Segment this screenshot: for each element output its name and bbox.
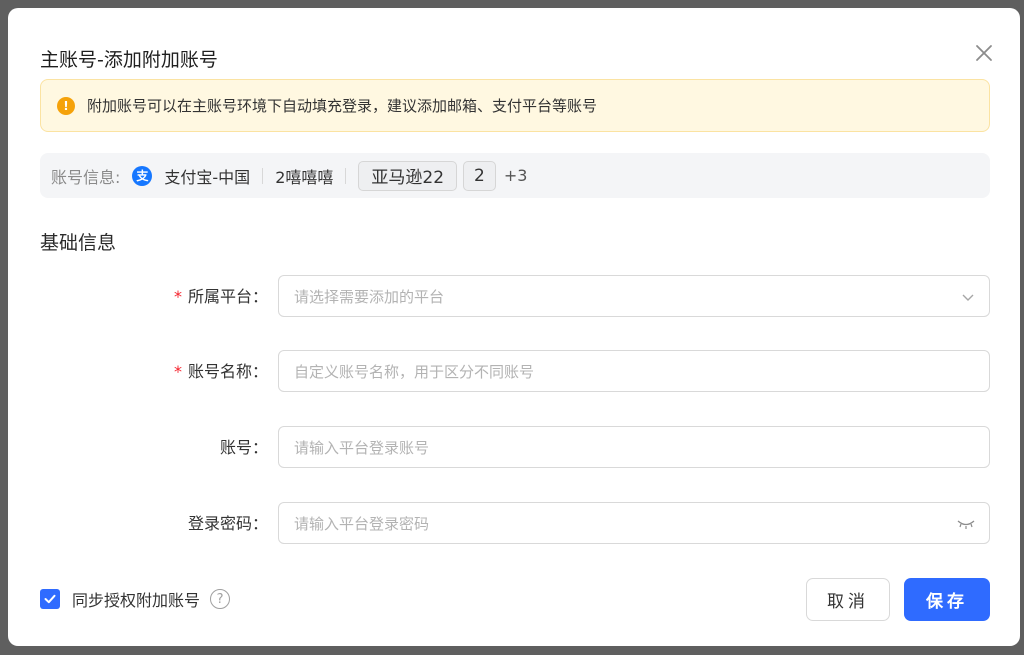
section-title: 基础信息 xyxy=(40,232,117,254)
platform-select[interactable]: 请选择需要添加的平台 xyxy=(278,275,990,317)
account-chip: 亚马逊22 xyxy=(358,160,458,191)
account-name-input[interactable]: 自定义账号名称，用于区分不同账号 xyxy=(278,350,990,392)
divider xyxy=(262,167,264,184)
sync-checkbox[interactable] xyxy=(40,589,60,609)
save-button[interactable]: 保存 xyxy=(904,578,990,621)
sync-option: 同步授权附加账号 ? xyxy=(40,588,231,610)
form-row-platform: * 所属平台： 请选择需要添加的平台 xyxy=(8,275,1020,319)
password-input[interactable]: 请输入平台登录密码 xyxy=(278,502,990,544)
divider xyxy=(345,167,347,184)
password-label: 登录密码： xyxy=(187,514,268,533)
account-name-label: * 账号名称： xyxy=(173,362,268,381)
account-platform: 支付宝-中国 xyxy=(164,167,251,187)
account-input[interactable]: 请输入平台登录账号 xyxy=(278,426,990,468)
add-sub-account-dialog: 主账号-添加附加账号 ! 附加账号可以在主账号环境下自动填充登录，建议添加邮箱、… xyxy=(8,8,1020,646)
alipay-icon: 支 xyxy=(132,165,153,186)
password-placeholder: 请输入平台登录密码 xyxy=(294,514,430,533)
dialog-title: 主账号-添加附加账号 xyxy=(40,49,218,71)
platform-placeholder: 请选择需要添加的平台 xyxy=(294,287,445,306)
account-label: 账号： xyxy=(219,438,268,457)
account-chip: 2 xyxy=(463,160,496,191)
more-accounts-count[interactable]: +3 xyxy=(504,166,528,185)
required-mark: * xyxy=(173,362,182,381)
alert-text: 附加账号可以在主账号环境下自动填充登录，建议添加邮箱、支付平台等账号 xyxy=(87,97,598,115)
check-icon xyxy=(44,594,56,604)
account-placeholder: 请输入平台登录账号 xyxy=(294,438,430,457)
eye-closed-icon[interactable] xyxy=(957,503,975,545)
warning-icon: ! xyxy=(57,96,75,115)
sync-label: 同步授权附加账号 xyxy=(72,591,201,610)
help-icon[interactable]: ? xyxy=(210,589,231,609)
close-button[interactable] xyxy=(971,42,997,68)
account-name-placeholder: 自定义账号名称，用于区分不同账号 xyxy=(294,362,535,381)
info-alert: ! 附加账号可以在主账号环境下自动填充登录，建议添加邮箱、支付平台等账号 xyxy=(40,79,990,132)
required-mark: * xyxy=(173,287,182,306)
account-info-label: 账号信息: xyxy=(51,167,121,187)
chevron-down-icon xyxy=(961,276,975,318)
close-icon xyxy=(974,43,994,67)
account-name: 2嘻嘻嘻 xyxy=(275,167,334,187)
account-info-bar: 账号信息: 支 支付宝-中国 2嘻嘻嘻 亚马逊22 2 +3 xyxy=(40,153,990,198)
platform-label: * 所属平台： xyxy=(173,287,268,306)
form-row-password: 登录密码： 请输入平台登录密码 xyxy=(8,502,1020,546)
cancel-button[interactable]: 取消 xyxy=(806,578,890,621)
form-row-account: 账号： 请输入平台登录账号 xyxy=(8,426,1020,470)
form-row-account-name: * 账号名称： 自定义账号名称，用于区分不同账号 xyxy=(8,350,1020,394)
